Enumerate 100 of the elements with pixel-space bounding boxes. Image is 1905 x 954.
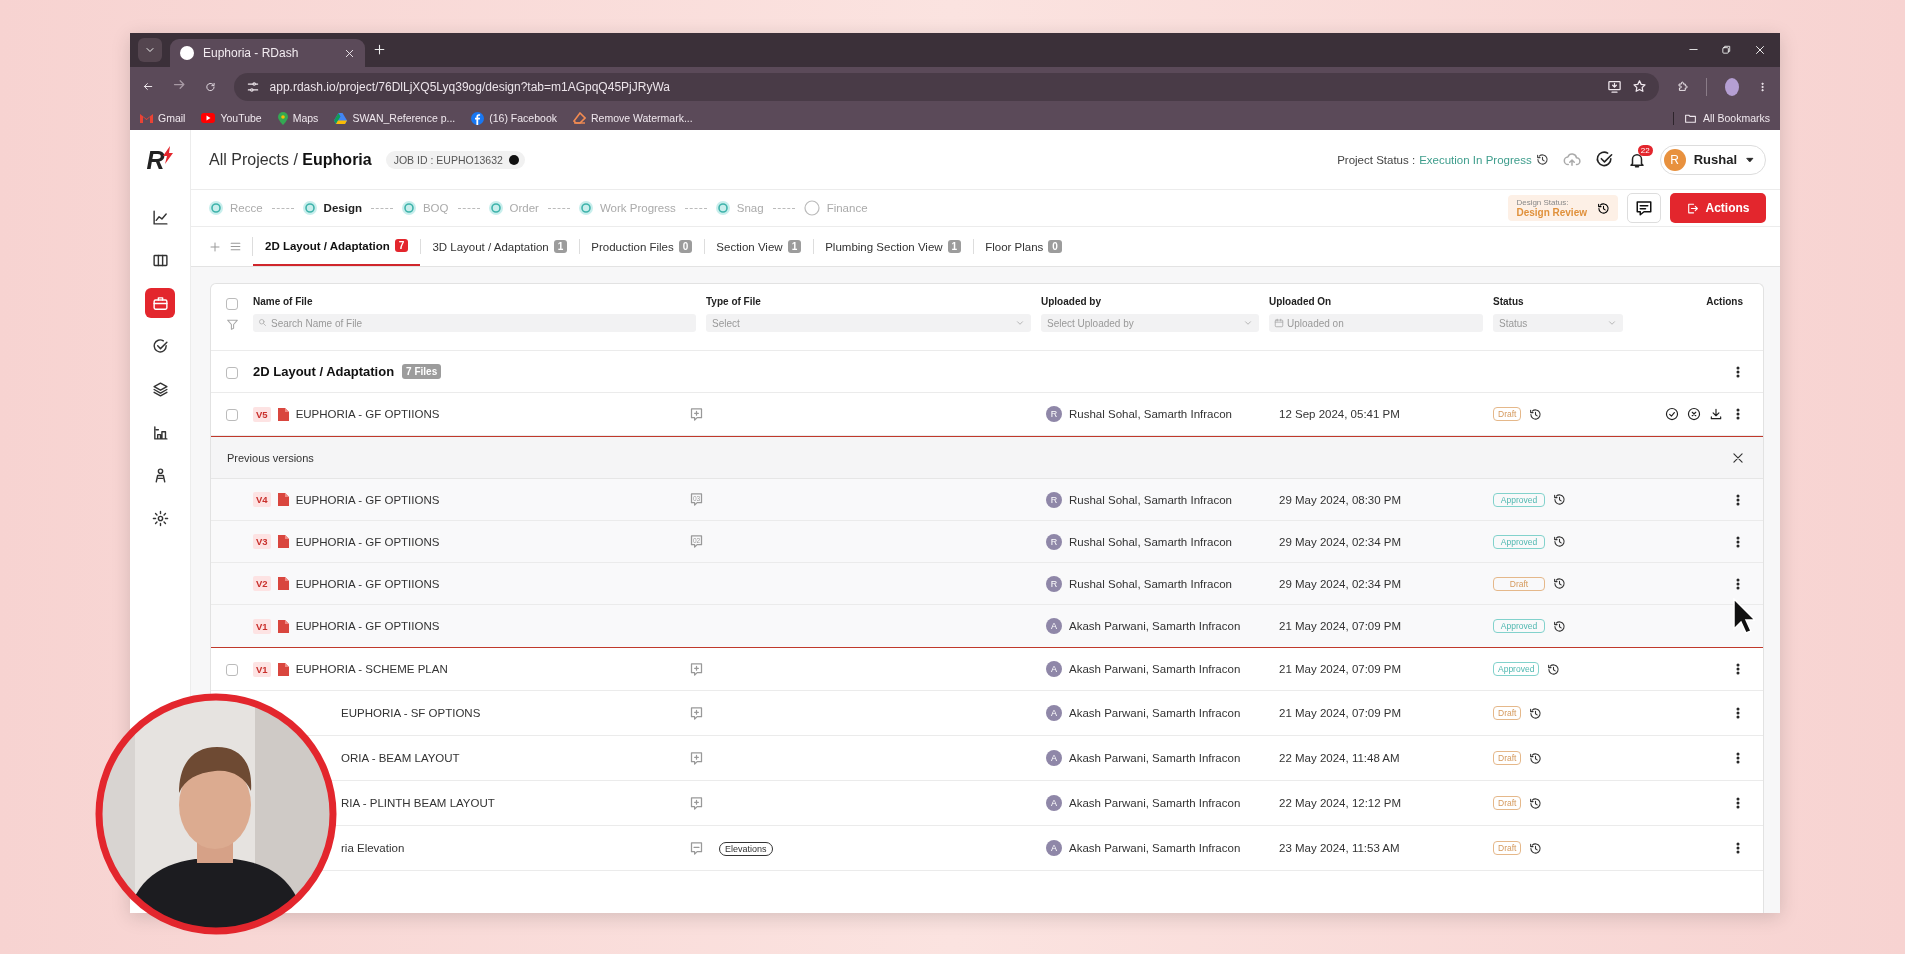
column-header: Status [1493,296,1525,307]
user-avatar: R [1046,575,1062,592]
site-info-icon[interactable] [245,79,260,94]
history-icon[interactable] [1547,662,1561,676]
triangle-icon [334,112,348,124]
logo[interactable]: R [146,130,174,190]
uploader-name: Rushal Sohal, Samarth Infracon [1069,535,1232,548]
dropdown[interactable]: Select Uploaded by [1041,314,1259,332]
url-text: app.rdash.io/project/76DlLjXQ5Lyq39og/design?tab=m1AGpqQ45PjJRyWa [269,79,671,94]
history-icon[interactable] [1535,153,1549,166]
history-icon[interactable] [1553,577,1566,590]
date-field[interactable]: Uploaded on [1269,314,1483,332]
speech-bubble-icon [689,534,704,549]
upload-date: 21 May 2024, 07:09 PM [1279,620,1402,632]
history-icon[interactable] [1529,706,1543,720]
bookmark[interactable]: YouTube [201,112,262,124]
checkbox[interactable] [226,664,238,676]
caret-icon [1015,318,1025,328]
user-avatar: A [1046,705,1062,721]
forward-icon[interactable] [171,77,187,92]
dropdown[interactable]: Status [1493,314,1623,332]
close-icon[interactable] [1754,44,1766,56]
bookmark[interactable]: (16) Facebook [471,111,557,125]
user-avatar: A [1046,618,1062,634]
tab[interactable]: Production Files 0 [579,227,705,266]
user-avatar: A [1046,795,1062,811]
history-icon[interactable] [1529,841,1543,855]
file-name[interactable]: ria Elevation [341,842,405,854]
history-icon[interactable] [1553,619,1566,633]
user-avatar: R [1663,148,1686,171]
file-name[interactable]: EUPHORIA - GF OPTIIONS [295,577,440,590]
speech-bubble-icon[interactable] [689,840,704,856]
cancel-circle-icon[interactable] [1687,407,1701,421]
actions-button[interactable]: Actions [1670,193,1766,223]
bookmark[interactable]: Maps [277,111,319,125]
tab[interactable]: Plumbing Section View 1 [813,227,974,266]
restore-icon[interactable] [1721,44,1732,55]
file-name[interactable]: EUPHORIA - GF OPTIIONS [295,493,440,506]
add-comment-icon[interactable] [689,661,704,677]
file-name[interactable]: EUPHORIA - GF OPTIIONS [295,535,440,548]
search-field[interactable]: Search Name of File [253,314,696,332]
status-tag: Draft [1493,796,1522,810]
job-id-tag: JOB ID : EUPHO13632 [385,150,525,169]
bookmark[interactable]: Gmail [140,112,186,124]
bookmark[interactable]: SWAN_Reference p... [334,112,456,124]
history-icon[interactable] [1553,493,1566,506]
new-tab-icon[interactable] [373,43,386,56]
user-avatar: A [1046,840,1062,856]
add-comment-icon[interactable] [689,795,704,811]
caret-icon [1243,318,1253,328]
file-name[interactable]: EUPHORIA - SF OPTIONS [341,707,481,719]
all-bookmarks[interactable]: All Bookmarks [1672,111,1770,125]
speech-bubble-icon [689,492,704,507]
tab[interactable]: Section View 1 [704,227,814,266]
tab-count: 1 [947,240,962,253]
comments-button[interactable] [1627,193,1661,223]
extensions-icon[interactable] [1676,79,1689,94]
file-name[interactable]: RIA - PLINTH BEAM LAYOUT [341,797,495,809]
exit-icon [1686,201,1700,215]
info-icon[interactable] [508,154,519,165]
tab-search-button[interactable] [138,38,162,62]
status-tag: Approved [1493,492,1545,507]
install-icon[interactable] [1606,79,1622,94]
add-comment-icon[interactable] [689,705,704,721]
checkbox[interactable] [226,298,238,310]
check-circle-icon[interactable] [1594,150,1614,169]
check-circle-icon[interactable] [1665,407,1679,421]
checkbox[interactable] [226,366,238,379]
close-icon[interactable] [1731,450,1745,465]
file-name[interactable]: EUPHORIA - GF OPTIIONS [295,408,440,420]
column-header: Actions [1706,296,1743,307]
history-icon[interactable] [1529,751,1543,765]
dropdown[interactable]: Select [706,314,1031,332]
file-name[interactable]: EUPHORIA - SCHEME PLAN [295,663,448,675]
tab[interactable]: Floor Plans 0 [973,227,1074,266]
checkbox[interactable] [226,409,238,421]
column-header: Type of File [706,296,762,307]
status-tag: Draft [1493,841,1522,855]
menu-icon[interactable] [229,240,242,253]
uploader-name: Akash Parwani, Samarth Infracon [1069,620,1241,632]
add-comment-icon[interactable] [689,750,704,766]
history-icon[interactable] [1529,407,1543,421]
layers-icon [151,380,169,398]
close-icon[interactable] [344,47,355,59]
profile-avatar[interactable] [1725,77,1740,96]
bookmark[interactable]: Remove Watermark... [573,112,693,124]
star-icon[interactable] [1631,79,1647,94]
history-icon[interactable] [1529,796,1543,810]
address-bar[interactable]: app.rdash.io/project/76DlLjXQ5Lyq39og/design?tab=m1AGpqQ45PjJRyWa [233,72,1659,101]
tab[interactable]: 3D Layout / Adaptation 1 [420,227,580,266]
check-circle-icon [151,337,169,355]
file-name[interactable]: EUPHORIA - GF OPTIIONS [295,620,440,632]
stage-step[interactable]: Design [302,201,362,215]
status-tag: Approved [1493,662,1540,676]
download-icon[interactable] [1709,407,1723,421]
add-comment-icon[interactable] [689,406,704,422]
browser-tab[interactable]: Euphoria - RDash [170,39,365,67]
history-icon[interactable] [1553,535,1566,548]
history-icon[interactable] [1597,201,1610,215]
file-name[interactable]: ORIA - BEAM LAYOUT [341,752,460,764]
